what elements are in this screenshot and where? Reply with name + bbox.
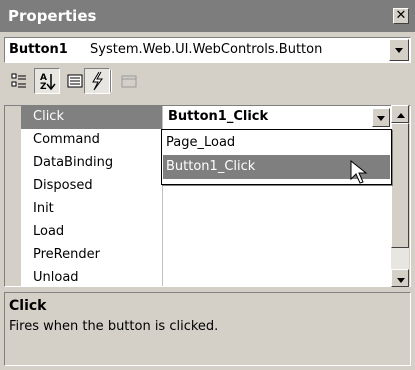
svg-text:Z: Z [40,82,47,92]
window-title: Properties [8,7,97,25]
grid-row-click[interactable]: Click Button1_Click [21,106,392,130]
chevron-down-icon [397,278,405,283]
property-name: Click [21,106,163,129]
description-title: Click [9,298,47,314]
property-value: Button1_Click [168,109,269,124]
grid-row-load[interactable]: Load [21,221,392,245]
grid-scrollbar[interactable] [391,105,409,287]
property-pages-button[interactable] [116,68,142,94]
property-name: DataBinding [21,152,163,175]
mouse-cursor-icon [350,160,368,184]
object-selector[interactable]: Button1 System.Web.UI.WebControls.Button [4,37,411,63]
object-selector-dropdown-button[interactable] [389,39,409,61]
object-type: System.Web.UI.WebControls.Button [90,42,323,57]
grid-row-init[interactable]: Init [21,198,392,222]
close-icon: ✕ [395,8,407,23]
property-value-field[interactable] [164,198,392,221]
alphabetical-icon: A Z [40,73,56,92]
description-panel: Click Fires when the button is clicked. [4,292,411,366]
property-value-field[interactable] [164,267,392,286]
categorized-icon [11,73,26,88]
property-value-field[interactable]: Button1_Click [164,106,392,129]
toolbar-separator [110,70,112,92]
property-name: PreRender [21,244,163,267]
object-name: Button1 [9,42,68,57]
scroll-up-button[interactable] [391,105,409,123]
grid-row-unload[interactable]: Unload [21,267,392,286]
scroll-thumb[interactable] [391,123,409,248]
property-name: Load [21,221,163,244]
chevron-down-icon [395,48,403,53]
value-dropdown-button[interactable] [372,108,390,127]
scroll-down-button[interactable] [391,269,409,287]
events-button[interactable] [84,68,110,94]
chevron-up-icon [397,113,405,118]
property-name: Command [21,129,163,152]
property-pages-icon [121,75,137,88]
property-value-field[interactable] [164,221,392,244]
description-text: Fires when the button is clicked. [9,319,219,334]
property-value-field[interactable] [164,244,392,267]
property-name: Unload [21,267,163,286]
property-name: Init [21,198,163,221]
close-button[interactable]: ✕ [393,8,409,24]
alphabetical-button[interactable]: A Z [34,68,60,94]
chevron-down-icon [377,116,385,121]
events-icon [92,71,103,91]
title-bar: Properties ✕ [0,0,415,32]
dropdown-option-page-load[interactable]: Page_Load [163,131,390,155]
grid-row-prerender[interactable]: PreRender [21,244,392,268]
categorized-button[interactable] [6,68,32,94]
property-name: Disposed [21,175,163,198]
